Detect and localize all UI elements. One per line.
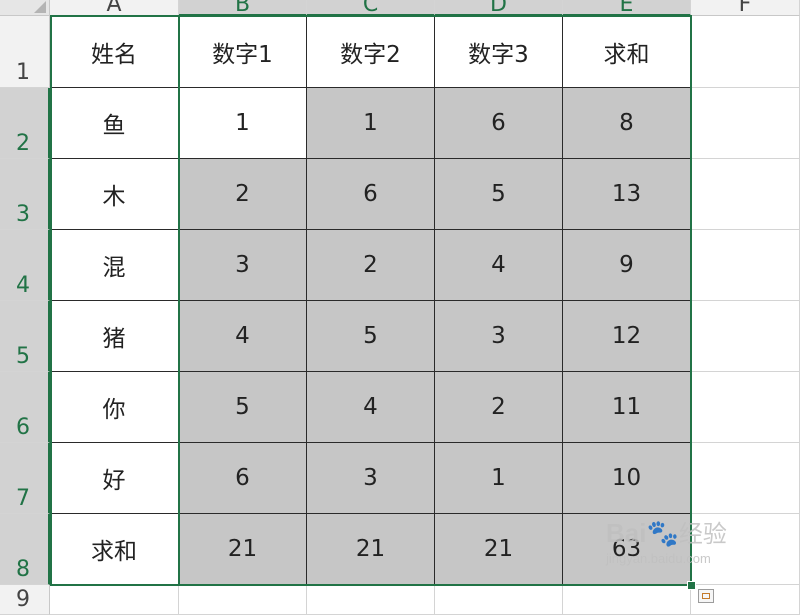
cell-e9[interactable]: [563, 585, 691, 615]
row-header-2[interactable]: 2: [0, 88, 50, 159]
row-header-4[interactable]: 4: [0, 230, 50, 301]
quick-analysis-icon[interactable]: [698, 589, 714, 603]
cell-c5[interactable]: 5: [307, 301, 435, 372]
cell-b4[interactable]: 3: [179, 230, 307, 301]
cell-f8[interactable]: [691, 514, 800, 585]
cell-b1[interactable]: 数字1: [179, 16, 307, 88]
cell-a6[interactable]: 你: [50, 372, 179, 443]
fill-handle[interactable]: [687, 581, 696, 590]
cell-e5[interactable]: 12: [563, 301, 691, 372]
cell-f5[interactable]: [691, 301, 800, 372]
cell-b3[interactable]: 2: [179, 159, 307, 230]
cell-d2[interactable]: 6: [435, 88, 563, 159]
cell-d6[interactable]: 2: [435, 372, 563, 443]
cell-d5[interactable]: 3: [435, 301, 563, 372]
row-header-1[interactable]: 1: [0, 16, 50, 88]
spreadsheet: A B C D E F 1 2 3 4 5 6 7 8 9 姓名 数字1 数字2…: [0, 0, 800, 615]
cell-b9[interactable]: [179, 585, 307, 615]
cell-b7[interactable]: 6: [179, 443, 307, 514]
column-header-a[interactable]: A: [50, 0, 179, 16]
cell-e7[interactable]: 10: [563, 443, 691, 514]
column-header-b[interactable]: B: [179, 0, 307, 16]
cell-d8[interactable]: 21: [435, 514, 563, 585]
cell-a9[interactable]: [50, 585, 179, 615]
cell-b5[interactable]: 4: [179, 301, 307, 372]
cell-e6[interactable]: 11: [563, 372, 691, 443]
cell-a1[interactable]: 姓名: [50, 16, 179, 88]
column-header-c[interactable]: C: [307, 0, 435, 16]
cell-c1[interactable]: 数字2: [307, 16, 435, 88]
cell-d3[interactable]: 5: [435, 159, 563, 230]
cell-a5[interactable]: 猪: [50, 301, 179, 372]
cell-b8[interactable]: 21: [179, 514, 307, 585]
cell-e1[interactable]: 求和: [563, 16, 691, 88]
cell-a3[interactable]: 木: [50, 159, 179, 230]
cell-f4[interactable]: [691, 230, 800, 301]
cell-c4[interactable]: 2: [307, 230, 435, 301]
column-header-d[interactable]: D: [435, 0, 563, 16]
row-header-8[interactable]: 8: [0, 514, 50, 585]
cell-d4[interactable]: 4: [435, 230, 563, 301]
cell-d9[interactable]: [435, 585, 563, 615]
cell-c9[interactable]: [307, 585, 435, 615]
cell-e4[interactable]: 9: [563, 230, 691, 301]
cell-d7[interactable]: 1: [435, 443, 563, 514]
column-header-e[interactable]: E: [563, 0, 691, 16]
cell-c3[interactable]: 6: [307, 159, 435, 230]
cell-c6[interactable]: 4: [307, 372, 435, 443]
cell-f1[interactable]: [691, 16, 800, 88]
cell-b6[interactable]: 5: [179, 372, 307, 443]
cell-e2[interactable]: 8: [563, 88, 691, 159]
cell-e8[interactable]: 63: [563, 514, 691, 585]
cell-f7[interactable]: [691, 443, 800, 514]
row-header-5[interactable]: 5: [0, 301, 50, 372]
row-header-9[interactable]: 9: [0, 585, 50, 615]
cell-f6[interactable]: [691, 372, 800, 443]
cell-c2[interactable]: 1: [307, 88, 435, 159]
cell-c8[interactable]: 21: [307, 514, 435, 585]
column-header-f[interactable]: F: [691, 0, 800, 16]
cell-a2[interactable]: 鱼: [50, 88, 179, 159]
row-header-6[interactable]: 6: [0, 372, 50, 443]
cell-a7[interactable]: 好: [50, 443, 179, 514]
cell-d1[interactable]: 数字3: [435, 16, 563, 88]
cell-f2[interactable]: [691, 88, 800, 159]
cell-e3[interactable]: 13: [563, 159, 691, 230]
cell-a4[interactable]: 混: [50, 230, 179, 301]
cell-f3[interactable]: [691, 159, 800, 230]
select-all-corner[interactable]: [0, 0, 50, 16]
row-header-7[interactable]: 7: [0, 443, 50, 514]
select-all-triangle-icon: [34, 1, 46, 13]
cell-c7[interactable]: 3: [307, 443, 435, 514]
row-header-3[interactable]: 3: [0, 159, 50, 230]
cell-b2[interactable]: 1: [179, 88, 307, 159]
cell-a8[interactable]: 求和: [50, 514, 179, 585]
